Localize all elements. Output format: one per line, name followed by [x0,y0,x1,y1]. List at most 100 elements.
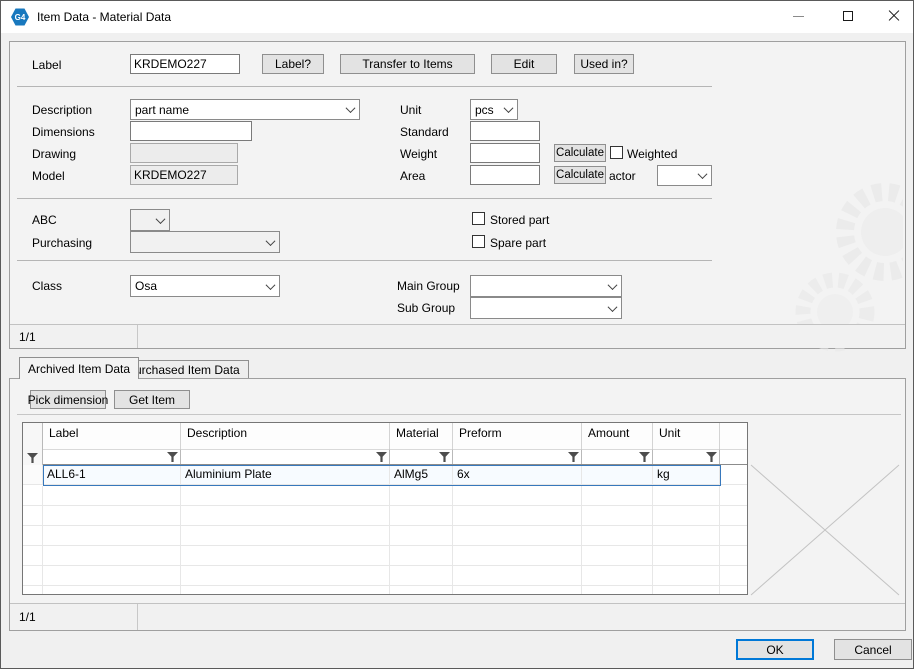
class-combobox[interactable]: Osa [130,275,280,297]
stored-part-checkbox[interactable] [472,212,485,225]
weight-label: Weight [400,147,437,161]
dimensions-input[interactable] [130,121,252,141]
cell-amount[interactable] [582,465,653,485]
maximize-icon [843,11,853,21]
standard-input[interactable] [470,121,540,141]
factor-label: actor [609,169,636,183]
model-input [130,165,238,185]
model-label: Model [32,169,65,183]
get-item-button[interactable]: Get Item [114,390,190,409]
chevron-down-icon [152,210,169,230]
dialog-window: G4 Item Data - Material Data Label Label… [0,0,914,669]
chevron-down-icon [694,166,711,185]
column-description: Description [181,423,390,464]
row-selector-cell[interactable] [23,465,43,485]
pick-dimension-button[interactable]: Pick dimension [30,390,106,409]
chevron-down-icon [500,100,517,119]
filter-icon[interactable] [706,452,717,462]
unit-combobox[interactable]: pcs [470,99,518,120]
calculate-weight-button[interactable]: Calculate [554,144,606,162]
cell-unit[interactable]: kg [653,465,720,485]
separator [137,604,138,630]
filter-icon[interactable] [167,452,178,462]
maximize-button[interactable] [831,1,865,31]
description-value: part name [131,100,342,119]
separator [17,414,901,415]
sub-group-combobox[interactable] [470,297,622,319]
column-header-amount[interactable]: Amount [582,423,653,449]
weighted-label: Weighted [627,147,677,161]
cell-material[interactable]: AlMg5 [390,465,453,485]
main-group-value [471,276,604,296]
sub-group-label: Sub Group [397,301,455,315]
chevron-down-icon [604,276,621,296]
filter-row-label[interactable] [43,449,181,464]
archived-item-data-page: Pick dimension Get Item Label Descriptio… [9,378,906,631]
item-pager: 1/1 [19,330,36,344]
weight-input[interactable] [470,143,540,163]
row-selector-header[interactable] [23,423,43,465]
unit-label: Unit [400,103,421,117]
close-icon [888,10,900,22]
label-question-button[interactable]: Label? [262,54,324,74]
stored-part-label: Stored part [490,213,549,227]
spare-part-label: Spare part [490,236,546,250]
empty-grid-row [23,506,747,526]
filter-row-unit[interactable] [653,449,720,464]
close-button[interactable] [877,1,911,31]
cell-filler [720,465,747,485]
grid-empty-area[interactable] [23,486,747,594]
abc-combobox[interactable] [130,209,170,231]
column-header-material[interactable]: Material [390,423,453,449]
grid-header: Label Description Material Preform Amoun… [23,423,747,465]
image-placeholder-cross [750,464,900,596]
column-header-unit[interactable]: Unit [653,423,720,449]
purchasing-value [131,232,262,252]
grid-pager: 1/1 [19,610,36,624]
factor-combobox[interactable] [657,165,712,186]
purchasing-label: Purchasing [32,236,92,250]
filter-icon[interactable] [439,452,450,462]
edit-button[interactable]: Edit [491,54,557,74]
cell-label[interactable]: ALL6-1 [43,465,181,485]
filter-icon[interactable] [639,452,650,462]
tab-strip: Archived Item Data Purchased Item Data [9,357,906,379]
cell-preform[interactable]: 6x [453,465,582,485]
cancel-button[interactable]: Cancel [834,639,912,660]
ok-button[interactable]: OK [736,639,814,660]
table-row[interactable]: ALL6-1 Aluminium Plate AlMg5 6x kg [23,465,747,485]
filter-icon[interactable] [568,452,579,462]
transfer-to-items-button[interactable]: Transfer to Items [340,54,475,74]
filter-row-description[interactable] [181,449,390,464]
calculate-area-button[interactable]: Calculate [554,166,606,184]
separator [17,260,712,261]
tab-archived-item-data[interactable]: Archived Item Data [19,357,139,379]
description-combobox[interactable]: part name [130,99,360,120]
empty-grid-row [23,586,747,594]
column-amount: Amount [582,423,653,464]
chevron-down-icon [262,232,279,252]
class-label: Class [32,279,62,293]
filter-row-material[interactable] [390,449,453,464]
label-field-label: Label [32,58,61,72]
minimize-button[interactable] [781,1,815,31]
cell-description[interactable]: Aluminium Plate [181,465,390,485]
column-header-preform[interactable]: Preform [453,423,582,449]
abc-value [131,210,152,230]
column-preform: Preform [453,423,582,464]
area-input[interactable] [470,165,540,185]
filter-row-preform[interactable] [453,449,582,464]
filter-icon[interactable] [27,453,38,463]
purchasing-combobox[interactable] [130,231,280,253]
label-input[interactable] [130,54,240,74]
spare-part-checkbox[interactable] [472,235,485,248]
main-group-combobox[interactable] [470,275,622,297]
filter-row-amount[interactable] [582,449,653,464]
weighted-checkbox[interactable] [610,146,623,159]
filter-icon[interactable] [376,452,387,462]
used-in-button[interactable]: Used in? [574,54,634,74]
column-header-label[interactable]: Label [43,423,181,449]
empty-grid-row [23,526,747,546]
factor-value [658,166,694,185]
column-header-description[interactable]: Description [181,423,390,449]
